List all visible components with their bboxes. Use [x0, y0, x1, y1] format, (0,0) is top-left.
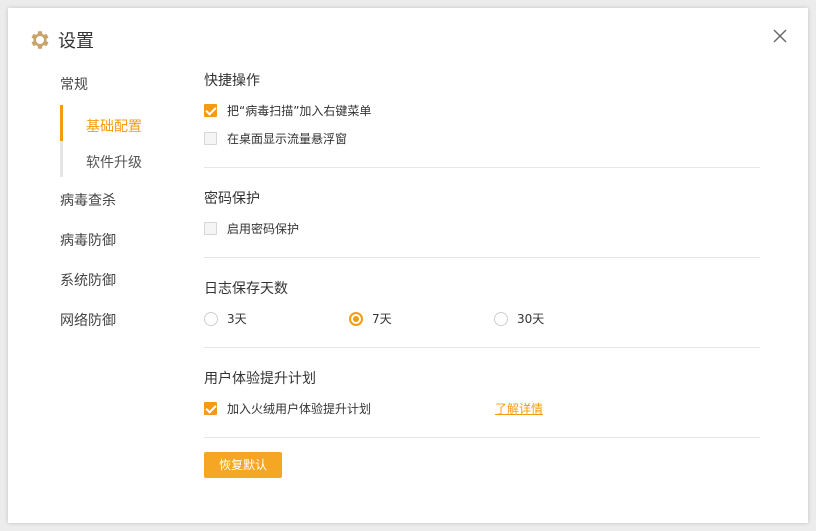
title-bar: 设置	[8, 8, 808, 68]
checkbox-checked[interactable]	[204, 104, 217, 117]
option-traffic-float-window[interactable]: 在桌面显示流量悬浮窗	[204, 130, 347, 147]
option-join-ux-program[interactable]: 加入火绒用户体验提升计划	[204, 400, 371, 417]
radio-label: 30天	[517, 312, 545, 326]
sidebar-item-virus-scan[interactable]: 病毒查杀	[60, 190, 116, 210]
radio-option-3-days[interactable]: 3天	[204, 310, 247, 327]
sidebar-item-general[interactable]: 常规	[60, 74, 88, 94]
window-title: 设置	[58, 31, 94, 52]
sidebar-subitem-software-upgrade[interactable]: 软件升级	[86, 152, 142, 172]
option-label: 在桌面显示流量悬浮窗	[227, 132, 348, 146]
option-label: 把“病毒扫描”加入右键菜单	[227, 104, 372, 118]
radio-button[interactable]	[494, 311, 508, 326]
checkbox-unchecked[interactable]	[204, 132, 217, 145]
option-enable-password[interactable]: 启用密码保护	[204, 220, 299, 237]
close-icon[interactable]	[772, 28, 788, 44]
learn-more-link[interactable]: 了解详情	[495, 400, 543, 417]
divider	[204, 347, 760, 348]
sidebar-item-network-defense[interactable]: 网络防御	[60, 310, 116, 330]
section-title-password: 密码保护	[204, 191, 260, 207]
option-context-menu[interactable]: 把“病毒扫描”加入右键菜单	[204, 102, 371, 119]
option-label: 加入火绒用户体验提升计划	[227, 402, 372, 416]
checkbox-checked[interactable]	[204, 402, 217, 415]
radio-button-selected[interactable]	[349, 311, 363, 326]
submenu-active-indicator	[60, 105, 63, 141]
sidebar-item-system-defense[interactable]: 系统防御	[60, 270, 116, 290]
radio-label: 7天	[372, 312, 392, 326]
option-label: 启用密码保护	[227, 222, 300, 236]
divider	[204, 167, 760, 168]
divider	[204, 257, 760, 258]
section-title-log-days: 日志保存天数	[204, 281, 288, 297]
checkbox-unchecked[interactable]	[204, 222, 217, 235]
radio-option-30-days[interactable]: 30天	[494, 310, 544, 327]
radio-button[interactable]	[204, 311, 218, 326]
section-title-ux-program: 用户体验提升计划	[204, 371, 316, 387]
restore-default-button[interactable]: 恢复默认	[204, 452, 282, 478]
settings-window: 设置 常规 基础配置 软件升级 病毒查杀 病毒防御 系统防御 网络防御 快捷操作…	[8, 8, 808, 523]
radio-option-7-days[interactable]: 7天	[349, 310, 392, 327]
sidebar-subitem-basic-config[interactable]: 基础配置	[86, 116, 142, 136]
gear-icon	[31, 31, 49, 49]
divider	[204, 437, 760, 438]
section-title-shortcut: 快捷操作	[204, 73, 260, 89]
radio-label: 3天	[227, 312, 247, 326]
sidebar-item-virus-defense[interactable]: 病毒防御	[60, 230, 116, 250]
